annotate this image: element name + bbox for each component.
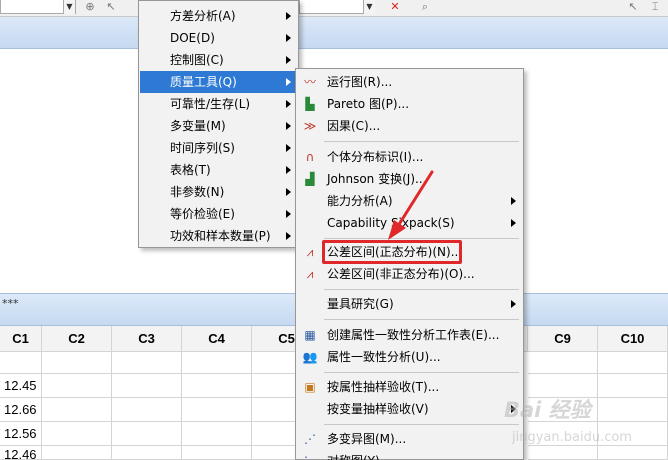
watermark-text: Bai 经验 [504,398,591,422]
watermark-sub: jingyan.baidu.com [512,430,632,445]
annotation-arrow-icon [388,170,434,240]
watermark: Bai 经验 jingyan.baidu.com [504,394,664,445]
